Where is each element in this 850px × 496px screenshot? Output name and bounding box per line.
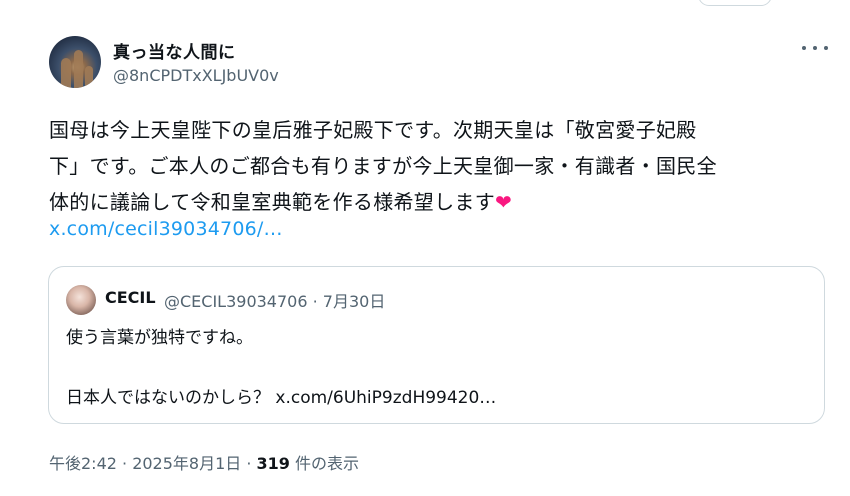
tweet-text-line: 下」です。ご本人のご都合も有りますが今上天皇御一家・有識者・国民全 [49, 154, 717, 178]
quote-text-line: 日本人ではないのかしら？ x.com/6UhiP9zdH99420… [66, 388, 497, 408]
views-count: 319 [256, 454, 290, 473]
avatar[interactable] [49, 36, 101, 88]
quote-handle-date[interactable]: @CECIL39034706 · 7月30日 [164, 288, 385, 312]
tweet-timestamp[interactable]: 午後2:42 · 2025年8月1日 · [49, 454, 257, 473]
views-label: 件の表示 [289, 454, 360, 473]
tweet-meta: 午後2:42 · 2025年8月1日 · 319 件の表示 [49, 450, 359, 474]
tweet-text-line-content: 体的に議論して令和皇室典範を作る様希望します [49, 190, 495, 214]
tweet-text: 国母は今上天皇陛下の皇后雅子妃殿下です。次期天皇は「敬宮愛子妃殿 下」です。ご本… [49, 112, 819, 220]
tweet-link[interactable]: x.com/cecil39034706/… [49, 218, 283, 240]
top-button[interactable] [698, 0, 772, 6]
tweet-text-line: 体的に議論して令和皇室典範を作る様希望します❤ [49, 184, 819, 220]
quote-tweet[interactable]: CECIL @CECIL39034706 · 7月30日 使う言葉が独特ですね。… [48, 266, 825, 424]
quote-display-name[interactable]: CECIL [105, 288, 156, 307]
display-name[interactable]: 真っ当な人間に [113, 38, 236, 63]
tweet-text-line: 国母は今上天皇陛下の皇后雅子妃殿下です。次期天皇は「敬宮愛子妃殿 [49, 118, 697, 142]
quote-text-line: 使う言葉が独特ですね。 [66, 328, 253, 348]
more-icon[interactable] [802, 38, 828, 58]
quote-avatar[interactable] [66, 285, 96, 315]
heart-icon: ❤ [495, 190, 513, 214]
user-handle[interactable]: @8nCPDTxXLJbUV0v [113, 66, 279, 85]
